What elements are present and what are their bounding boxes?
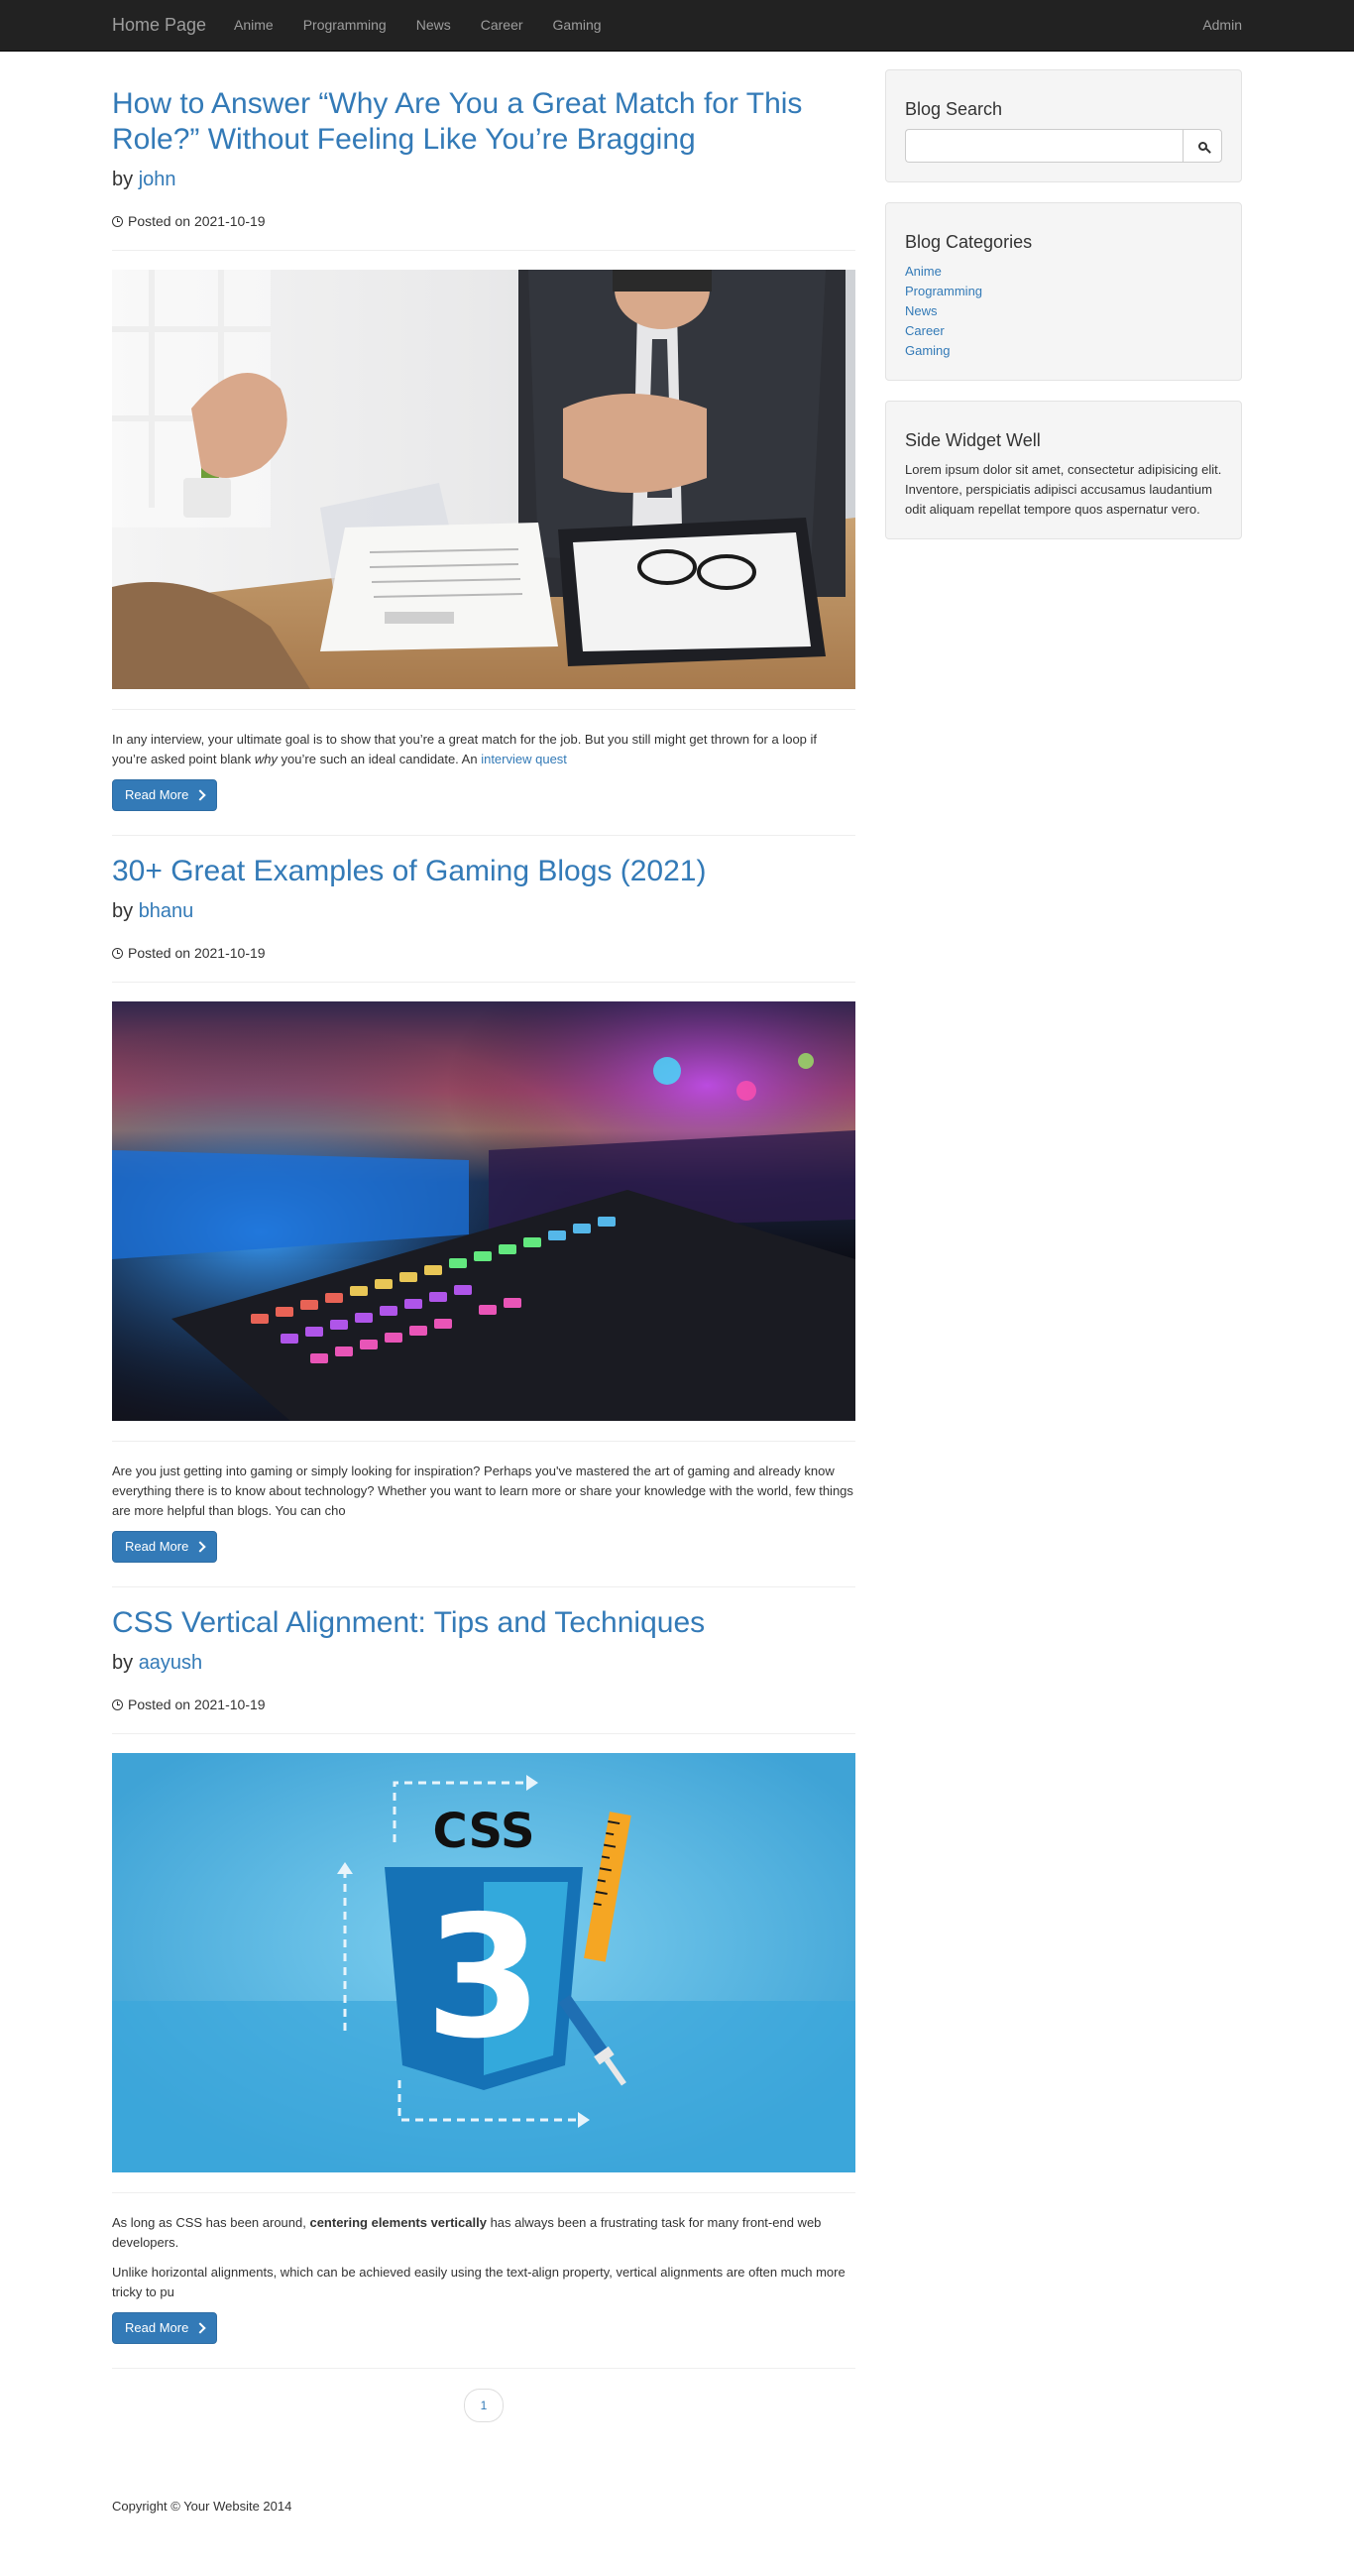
post-date: Posted on 2021-10-19 bbox=[112, 943, 855, 963]
category-link-career[interactable]: Career bbox=[905, 323, 945, 338]
post-date-text: Posted on 2021-10-19 bbox=[128, 213, 266, 229]
blog-categories-widget: Blog Categories Anime Programming News C… bbox=[885, 202, 1242, 381]
search-input[interactable] bbox=[905, 129, 1183, 163]
post-title: How to Answer “Why Are You a Great Match… bbox=[112, 86, 855, 158]
nav-item-career[interactable]: Career bbox=[466, 0, 538, 50]
post-date-text: Posted on 2021-10-19 bbox=[128, 945, 266, 961]
blog-search-widget: Blog Search bbox=[885, 69, 1242, 182]
divider bbox=[112, 835, 855, 836]
post-author-prefix: by bbox=[112, 1652, 134, 1674]
chevron-right-icon bbox=[194, 789, 206, 801]
nav-item-news[interactable]: News bbox=[401, 0, 466, 50]
divider bbox=[112, 1586, 855, 1587]
read-more-button[interactable]: Read More bbox=[112, 1531, 218, 1563]
main-column: How to Answer “Why Are You a Great Match… bbox=[112, 69, 855, 2442]
clock-icon bbox=[112, 1698, 123, 1710]
widget-text: Lorem ipsum dolor sit amet, consectetur … bbox=[905, 462, 1222, 517]
nav-item-gaming[interactable]: Gaming bbox=[538, 0, 617, 50]
read-more-label: Read More bbox=[125, 2320, 189, 2335]
nav-menu: Anime Programming News Career Gaming bbox=[219, 0, 617, 50]
blog-post: CSS Vertical Alignment: Tips and Techniq… bbox=[112, 1605, 855, 2369]
search-icon bbox=[1197, 141, 1207, 151]
widget-title: Blog Categories bbox=[905, 232, 1033, 252]
post-excerpt-paragraph: In any interview, your ultimate goal is … bbox=[112, 730, 855, 769]
post-author-link[interactable]: aayush bbox=[139, 1652, 203, 1674]
search-group bbox=[905, 129, 1222, 163]
post-title-link[interactable]: 30+ Great Examples of Gaming Blogs (2021… bbox=[112, 855, 706, 887]
nav-item-admin[interactable]: Admin bbox=[1202, 0, 1242, 50]
divider bbox=[112, 709, 855, 710]
post-date: Posted on 2021-10-19 bbox=[112, 1695, 855, 1714]
post-title-link[interactable]: CSS Vertical Alignment: Tips and Techniq… bbox=[112, 1606, 705, 1639]
top-navbar: Home Page Anime Programming News Career … bbox=[0, 0, 1354, 52]
clock-icon bbox=[112, 947, 123, 959]
post-date: Posted on 2021-10-19 bbox=[112, 211, 855, 231]
post-image-gaming bbox=[112, 1001, 855, 1421]
post-excerpt: Are you just getting into gaming or simp… bbox=[112, 1462, 855, 1521]
divider bbox=[112, 250, 855, 251]
post-author-link[interactable]: bhanu bbox=[139, 900, 194, 922]
divider bbox=[112, 982, 855, 983]
home-page-brand-link[interactable]: Home Page bbox=[112, 15, 206, 35]
read-more-button[interactable]: Read More bbox=[112, 779, 218, 811]
category-link-programming[interactable]: Programming bbox=[905, 284, 982, 298]
blog-post: How to Answer “Why Are You a Great Match… bbox=[112, 86, 855, 836]
excerpt-text: you’re such an ideal candidate. An bbox=[277, 752, 482, 766]
category-link-news[interactable]: News bbox=[905, 303, 938, 318]
category-link-anime[interactable]: Anime bbox=[905, 264, 942, 279]
blog-post: 30+ Great Examples of Gaming Blogs (2021… bbox=[112, 854, 855, 1587]
read-more-button[interactable]: Read More bbox=[112, 2312, 218, 2344]
post-author-link[interactable]: john bbox=[139, 169, 176, 190]
divider bbox=[112, 1441, 855, 1442]
chevron-right-icon bbox=[194, 1541, 206, 1553]
post-date-text: Posted on 2021-10-19 bbox=[128, 1697, 266, 1712]
chevron-right-icon bbox=[194, 2322, 206, 2334]
footer-copyright: Copyright © Your Website 2014 bbox=[112, 2499, 292, 2514]
search-button[interactable] bbox=[1183, 129, 1222, 163]
pagination: 1 bbox=[112, 2389, 855, 2422]
excerpt-link[interactable]: interview quest bbox=[481, 752, 567, 766]
widget-title: Blog Search bbox=[905, 99, 1003, 119]
side-widget-well: Side Widget Well Lorem ipsum dolor sit a… bbox=[885, 401, 1242, 539]
page-1-button[interactable]: 1 bbox=[464, 2389, 504, 2422]
read-more-label: Read More bbox=[125, 787, 189, 802]
excerpt-emphasis: why bbox=[254, 752, 278, 766]
sidebar: Blog Search Blog Categories Anime Progra… bbox=[885, 69, 1242, 559]
read-more-label: Read More bbox=[125, 1539, 189, 1554]
excerpt-text: As long as CSS has been around, bbox=[112, 2215, 310, 2230]
post-author-prefix: by bbox=[112, 900, 134, 922]
clock-icon bbox=[112, 215, 123, 227]
excerpt-bold: centering elements vertically bbox=[309, 2215, 487, 2230]
divider bbox=[112, 1733, 855, 1734]
post-author: by bhanu bbox=[112, 899, 855, 923]
nav-item-anime[interactable]: Anime bbox=[219, 0, 288, 50]
post-title: 30+ Great Examples of Gaming Blogs (2021… bbox=[112, 854, 855, 889]
category-list: Anime Programming News Career Gaming bbox=[905, 262, 1222, 361]
nav-item-programming[interactable]: Programming bbox=[288, 0, 401, 50]
divider bbox=[112, 2192, 855, 2193]
post-author: by john bbox=[112, 168, 855, 191]
post-excerpt: As long as CSS has been around, centerin… bbox=[112, 2213, 855, 2302]
post-excerpt-paragraph: Are you just getting into gaming or simp… bbox=[112, 1464, 853, 1518]
post-author-prefix: by bbox=[112, 169, 134, 190]
post-title-link[interactable]: How to Answer “Why Are You a Great Match… bbox=[112, 87, 802, 156]
post-image-css: CSS 3 bbox=[112, 1753, 855, 2172]
divider bbox=[112, 2368, 855, 2369]
css-logo-text: CSS bbox=[432, 1804, 534, 1859]
category-link-gaming[interactable]: Gaming bbox=[905, 343, 951, 358]
post-excerpt-paragraph: As long as CSS has been around, centerin… bbox=[112, 2213, 855, 2253]
css3-shield-number: 3 bbox=[425, 1880, 542, 2076]
post-excerpt-paragraph: Unlike horizontal alignments, which can … bbox=[112, 2265, 846, 2299]
post-title: CSS Vertical Alignment: Tips and Techniq… bbox=[112, 1605, 855, 1641]
post-author: by aayush bbox=[112, 1651, 855, 1675]
post-excerpt: In any interview, your ultimate goal is … bbox=[112, 730, 855, 769]
widget-title: Side Widget Well bbox=[905, 430, 1041, 450]
post-image-interview bbox=[112, 270, 855, 689]
